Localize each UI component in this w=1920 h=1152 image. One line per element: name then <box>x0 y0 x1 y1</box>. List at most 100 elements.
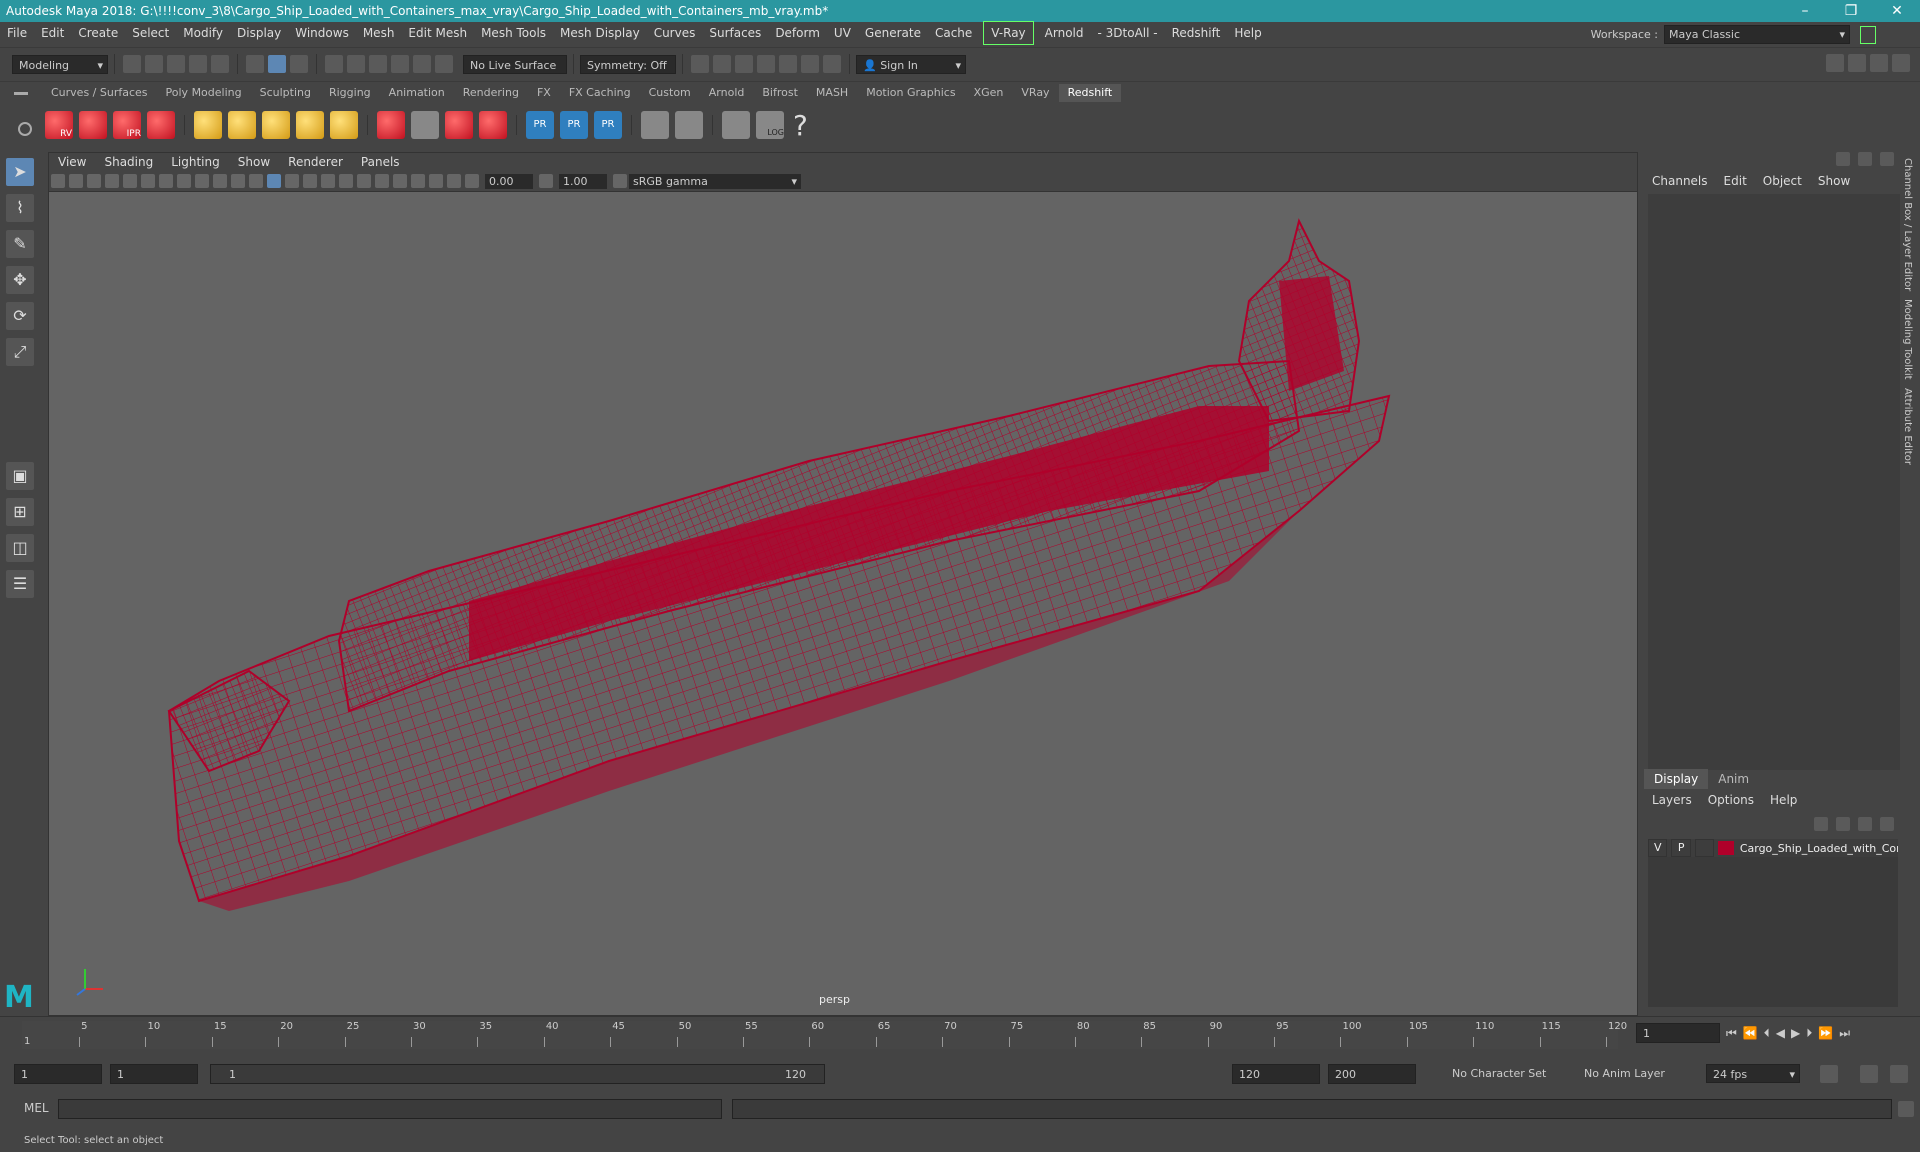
channel-box-toggle-icon[interactable] <box>1836 152 1850 166</box>
resolution-gate-icon[interactable] <box>195 174 209 188</box>
outliner-layout-icon[interactable]: ☰ <box>6 570 34 598</box>
camera-attributes-icon[interactable] <box>69 174 83 188</box>
pause-icon[interactable] <box>823 55 841 73</box>
shelf-tab-curves-surfaces[interactable]: Curves / Surfaces <box>42 84 157 102</box>
shelf-tab-motion-graphics[interactable]: Motion Graphics <box>857 84 964 102</box>
wireframe-on-shaded-icon[interactable] <box>303 174 317 188</box>
menu-create[interactable]: Create <box>71 22 125 44</box>
viewport-panel[interactable]: View Shading Lighting Show Renderer Pane… <box>48 152 1638 1016</box>
shelf-tab-fx[interactable]: FX <box>528 84 560 102</box>
go-to-start-icon[interactable]: ⏮ <box>1726 1026 1737 1041</box>
bookmark-icon[interactable] <box>87 174 101 188</box>
safe-action-icon[interactable] <box>249 174 263 188</box>
film-gate-icon[interactable] <box>177 174 191 188</box>
volume-icon[interactable] <box>445 111 473 139</box>
layers-menu-options[interactable]: Options <box>1700 791 1762 809</box>
menu-display[interactable]: Display <box>230 22 288 44</box>
spot-light-icon[interactable] <box>262 111 290 139</box>
shelf-tab-poly-modeling[interactable]: Poly Modeling <box>157 84 251 102</box>
shelf-tab-redshift[interactable]: Redshift <box>1058 84 1122 102</box>
channel-box-menu-channels[interactable]: Channels <box>1644 172 1716 190</box>
shelf-tab-mash[interactable]: MASH <box>807 84 857 102</box>
wireframe-icon[interactable] <box>267 174 281 188</box>
end-time-field[interactable]: 200 <box>1328 1064 1416 1084</box>
viewport-menu-renderer[interactable]: Renderer <box>279 153 352 171</box>
script-editor-icon[interactable] <box>722 111 750 139</box>
save-scene-icon[interactable] <box>167 55 185 73</box>
new-layer-icon[interactable] <box>1858 817 1872 831</box>
menu-mesh-tools[interactable]: Mesh Tools <box>474 22 553 44</box>
shelf-tab-xgen[interactable]: XGen <box>965 84 1013 102</box>
render-current-frame-icon[interactable] <box>691 55 709 73</box>
current-frame-field[interactable]: 1 <box>1636 1023 1720 1043</box>
snap-curve-icon[interactable] <box>347 55 365 73</box>
menu-modify[interactable]: Modify <box>176 22 230 44</box>
move-layer-up-icon[interactable] <box>1814 817 1828 831</box>
symmetry-dropdown[interactable]: Symmetry: Off <box>580 54 676 74</box>
tab-anim[interactable]: Anim <box>1708 769 1759 789</box>
xray-joints-icon[interactable] <box>393 174 407 188</box>
menu-edit[interactable]: Edit <box>34 22 71 44</box>
start-time-field[interactable]: 1 <box>14 1064 102 1084</box>
viewport-menu-shading[interactable]: Shading <box>95 153 162 171</box>
shelf-tab-arnold[interactable]: Arnold <box>700 84 754 102</box>
step-back-frame-icon[interactable]: ⏴ <box>1764 1026 1770 1041</box>
layer-type-toggle[interactable] <box>1694 839 1715 857</box>
select-tool-icon[interactable]: ➤ <box>6 158 34 186</box>
channel-box-icon[interactable] <box>1892 54 1910 72</box>
sign-in-dropdown[interactable]: 👤 Sign In ▾ <box>856 54 966 74</box>
log-icon[interactable]: LOG <box>756 111 784 139</box>
lasso-tool-icon[interactable]: ⌇ <box>6 194 34 222</box>
close-button[interactable]: ✕ <box>1874 0 1920 22</box>
shelf-settings-icon[interactable] <box>18 122 32 136</box>
snap-grid-icon[interactable] <box>325 55 343 73</box>
go-to-end-icon[interactable]: ⏭ <box>1839 1026 1850 1041</box>
ship-tool-2-icon[interactable] <box>675 111 703 139</box>
menu-arnold[interactable]: Arnold <box>1038 22 1091 44</box>
dome-light-icon[interactable] <box>296 111 324 139</box>
time-slider-track[interactable]: 1 5 10 15 20 25 30 35 40 45 50 55 60 65 70 75 80 85 90 95 10… <box>22 1021 1627 1049</box>
shelf-tab-sculpting[interactable]: Sculpting <box>251 84 320 102</box>
paint-select-icon[interactable]: ✎ <box>6 230 34 258</box>
menu-redshift[interactable]: Redshift <box>1165 22 1228 44</box>
step-forward-frame-icon[interactable]: ⏵ <box>1806 1026 1812 1041</box>
shelf-tab-bifrost[interactable]: Bifrost <box>753 84 807 102</box>
viewport-menu-view[interactable]: View <box>49 153 95 171</box>
textured-icon[interactable] <box>321 174 335 188</box>
undo-icon[interactable] <box>189 55 207 73</box>
move-layer-down-icon[interactable] <box>1836 817 1850 831</box>
ship-wireframe[interactable] <box>49 191 1637 991</box>
motion-blur-icon[interactable] <box>429 174 443 188</box>
proxy-icon[interactable] <box>377 111 405 139</box>
menu-vray[interactable]: V-Ray <box>983 21 1034 45</box>
layers-menu-layers[interactable]: Layers <box>1644 791 1700 809</box>
new-layer-selected-icon[interactable] <box>1880 817 1894 831</box>
xray-icon[interactable] <box>375 174 389 188</box>
camera-select-icon[interactable] <box>51 174 65 188</box>
rotate-tool-icon[interactable]: ⟳ <box>6 302 34 330</box>
maximize-button[interactable]: ❐ <box>1828 0 1874 22</box>
time-slider[interactable]: 1 5 10 15 20 25 30 35 40 45 50 55 60 65 70 75 80 85 90 95 10… <box>0 1016 1920 1053</box>
side-tab-modeling-toolkit[interactable]: Modeling Toolkit <box>1902 299 1913 380</box>
grid-icon[interactable] <box>159 174 173 188</box>
menu-curves[interactable]: Curves <box>647 22 703 44</box>
grease-pencil-icon[interactable] <box>141 174 155 188</box>
shelf-tab-rigging[interactable]: Rigging <box>320 84 380 102</box>
tool-toggle-icon[interactable] <box>1880 152 1894 166</box>
snap-point-icon[interactable] <box>369 55 387 73</box>
ship-tool-1-icon[interactable] <box>641 111 669 139</box>
fps-dropdown[interactable]: 24 fps ▾ <box>1706 1064 1800 1083</box>
step-back-key-icon[interactable]: ⏪ <box>1743 1026 1758 1040</box>
menu-set-dropdown[interactable]: Modeling ▾ <box>12 54 108 74</box>
render-sequence-icon[interactable] <box>713 55 731 73</box>
open-scene-icon[interactable] <box>145 55 163 73</box>
hypershade-icon[interactable] <box>779 55 797 73</box>
menu-mesh-display[interactable]: Mesh Display <box>553 22 647 44</box>
menu-windows[interactable]: Windows <box>288 22 356 44</box>
menu-mesh[interactable]: Mesh <box>356 22 402 44</box>
exposure-field[interactable]: 0.00 <box>485 173 533 189</box>
scale-tool-icon[interactable]: ⤢ <box>6 338 34 366</box>
pr-tool-2-icon[interactable]: PR <box>560 111 588 139</box>
gate-mask-icon[interactable] <box>213 174 227 188</box>
field-chart-icon[interactable] <box>231 174 245 188</box>
